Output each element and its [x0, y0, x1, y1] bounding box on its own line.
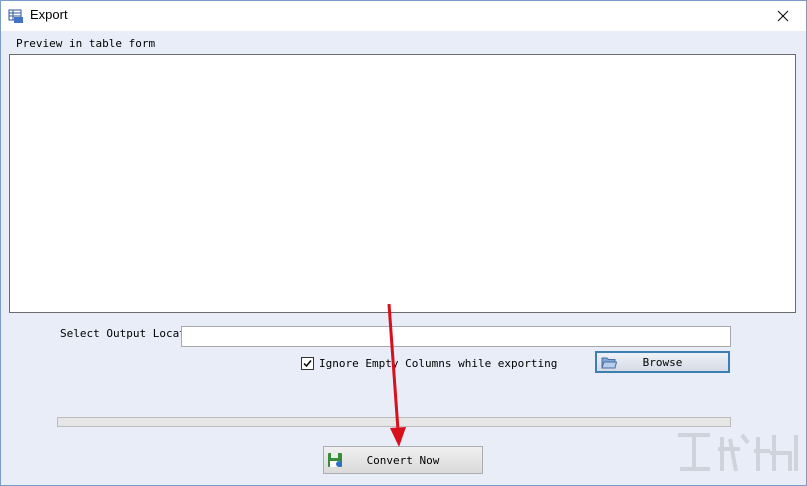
output-location-input[interactable] [181, 326, 731, 347]
convert-now-button[interactable]: Convert Now [323, 446, 483, 474]
ignore-empty-columns-checkbox[interactable] [301, 357, 314, 370]
title-bar: Export [1, 1, 806, 31]
checkmark-icon [302, 354, 313, 373]
ignore-empty-columns-label: Ignore Empty Columns while exporting [319, 357, 558, 370]
preview-table[interactable] [9, 54, 796, 313]
close-button[interactable] [760, 1, 806, 31]
preview-label: Preview in table form [16, 37, 156, 50]
window-title: Export [30, 7, 68, 22]
export-progress-bar [57, 417, 731, 427]
browse-label: Browse [642, 356, 683, 369]
browse-button[interactable]: Browse [595, 351, 730, 373]
export-dialog: Export Preview in table form Select Outp… [0, 0, 807, 486]
close-icon [777, 7, 789, 26]
convert-now-label: Convert Now [366, 454, 440, 467]
table-app-icon [8, 8, 24, 24]
output-location-label: Select Output Locati [60, 327, 181, 340]
